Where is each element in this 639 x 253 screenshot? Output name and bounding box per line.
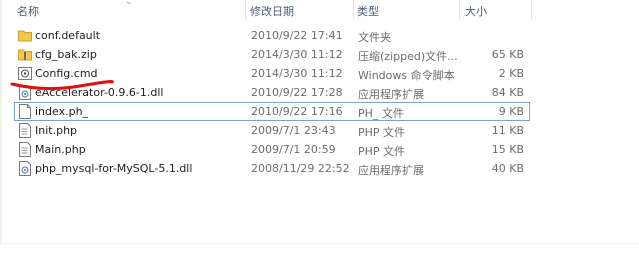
file-row[interactable]: php_mysql-for-MySQL-5.1.dll 2008/11/29 2… <box>14 159 530 178</box>
file-modified: 2010/9/22 17:41 <box>251 29 343 42</box>
file-name: index.ph_ <box>35 105 89 118</box>
file-type: PH_ 文件 <box>358 107 404 120</box>
file-row[interactable]: eAccelerator-0.9.6-1.dll 2010/9/22 17:28… <box>14 83 530 102</box>
file-name: Main.php <box>35 143 86 156</box>
folder-icon <box>18 28 32 43</box>
file-name: eAccelerator-0.9.6-1.dll <box>35 86 164 99</box>
column-header-size[interactable]: 大小 <box>465 3 487 19</box>
file-row[interactable]: cfg_bak.zip 2014/3/30 11:12 压缩(zipped)文件… <box>14 45 530 64</box>
file-row[interactable]: conf.default 2010/9/22 17:41 文件夹 <box>14 26 530 45</box>
file-row[interactable]: Init.php 2009/7/1 23:43 PHP 文件 11 KB <box>14 121 530 140</box>
pane-bottom-edge <box>0 243 639 244</box>
file-type: 压缩(zipped)文件... <box>358 50 458 63</box>
file-name: cfg_bak.zip <box>35 48 97 61</box>
file-row[interactable]: Main.php 2009/7/1 20:59 PHP 文件 15 KB <box>14 140 530 159</box>
file-type: 应用程序扩展 <box>358 164 424 177</box>
cmd-script-icon <box>18 66 32 81</box>
column-divider[interactable] <box>459 0 460 20</box>
file-size: 2 KB <box>498 67 524 80</box>
file-modified: 2014/3/30 11:12 <box>251 67 343 80</box>
file-size: 40 KB <box>491 162 524 175</box>
text-file-icon <box>18 123 32 138</box>
column-header-name[interactable]: 名称 <box>17 3 39 19</box>
file-type: Windows 命令脚本 <box>358 69 455 82</box>
file-size: 15 KB <box>491 143 524 156</box>
file-type: 文件夹 <box>358 31 391 44</box>
file-modified: 2008/11/29 22:52 <box>251 162 350 175</box>
file-size: 11 KB <box>491 124 524 137</box>
dll-icon <box>18 161 32 176</box>
zip-folder-icon <box>18 47 32 62</box>
file-type: 应用程序扩展 <box>358 88 424 101</box>
file-name: Config.cmd <box>35 67 98 80</box>
dll-icon <box>18 85 32 100</box>
file-modified: 2009/7/1 20:59 <box>251 143 336 156</box>
file-name: Init.php <box>35 124 78 137</box>
column-header-bar: ⌄ 名称 修改日期 类型 大小 <box>0 0 560 20</box>
file-modified: 2010/9/22 17:16 <box>251 105 343 118</box>
file-row-selected[interactable]: index.ph_ 2010/9/22 17:16 PH_ 文件 9 KB <box>14 102 530 121</box>
column-divider[interactable] <box>245 0 246 20</box>
column-divider[interactable] <box>353 0 354 20</box>
sort-indicator-icon: ⌄ <box>125 0 133 7</box>
file-size: 9 KB <box>498 105 524 118</box>
text-file-icon <box>18 142 32 157</box>
file-name: conf.default <box>35 29 101 42</box>
file-type: PHP 文件 <box>358 145 406 158</box>
column-header-modified[interactable]: 修改日期 <box>250 3 294 19</box>
file-row[interactable]: Config.cmd 2014/3/30 11:12 Windows 命令脚本 … <box>14 64 530 83</box>
column-divider[interactable] <box>531 0 532 20</box>
left-scroll-edge <box>0 0 2 245</box>
file-modified: 2014/3/30 11:12 <box>251 48 343 61</box>
file-type: PHP 文件 <box>358 126 406 139</box>
file-name: php_mysql-for-MySQL-5.1.dll <box>35 162 193 175</box>
file-modified: 2010/9/22 17:28 <box>251 86 343 99</box>
file-modified: 2009/7/1 23:43 <box>251 124 336 137</box>
file-size: 65 KB <box>491 48 524 61</box>
blank-file-icon <box>18 104 32 119</box>
column-header-type[interactable]: 类型 <box>357 3 379 19</box>
file-size: 84 KB <box>491 86 524 99</box>
